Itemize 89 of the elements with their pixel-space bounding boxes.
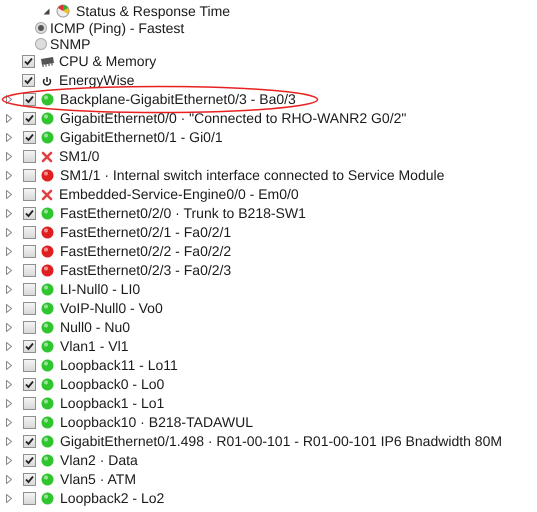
- expand-triangle-icon[interactable]: [6, 114, 12, 123]
- expand-triangle-icon[interactable]: [6, 342, 12, 351]
- option-label: SNMP: [50, 36, 90, 54]
- interface-label: FastEthernet0/2/3 - Fa0/2/3: [60, 261, 232, 280]
- expand-triangle-icon[interactable]: [6, 361, 12, 370]
- interface-label: LI-Null0 - LI0: [60, 280, 140, 299]
- checkmark-icon: [24, 57, 33, 66]
- interface-label: Vlan1 - Vl1: [60, 337, 128, 356]
- expand-triangle-icon[interactable]: [6, 95, 12, 104]
- interface-label: SM1/0: [59, 147, 100, 166]
- expand-triangle-icon[interactable]: [6, 152, 12, 161]
- expand-triangle-icon[interactable]: [6, 304, 12, 313]
- checkbox[interactable]: [23, 150, 36, 163]
- interface-label: Backplane-GigabitEthernet0/3 - Ba0/3: [60, 90, 296, 109]
- checkmark-icon: [25, 475, 34, 484]
- checkbox[interactable]: [23, 302, 36, 315]
- collapse-triangle-icon[interactable]: [43, 8, 50, 14]
- checkbox[interactable]: [23, 226, 36, 239]
- interface-label: GigabitEthernet0/0 · "Connected to RHO-WANR2 G0/2": [60, 109, 406, 128]
- gauge-icon: [56, 4, 70, 18]
- expand-triangle-icon[interactable]: [6, 475, 12, 484]
- interface-label: VoIP-Null0 - Vo0: [60, 299, 163, 318]
- interface-label: FastEthernet0/2/2 - Fa0/2/2: [60, 242, 232, 261]
- checkbox[interactable]: [22, 55, 35, 68]
- checkbox[interactable]: [23, 435, 36, 448]
- checkbox[interactable]: [23, 359, 36, 372]
- checkmark-icon: [25, 342, 34, 351]
- checkbox[interactable]: [23, 283, 36, 296]
- expand-triangle-icon[interactable]: [6, 380, 12, 389]
- checkbox[interactable]: [23, 473, 36, 486]
- expand-triangle-icon[interactable]: [6, 494, 12, 503]
- expand-triangle-icon[interactable]: [6, 285, 12, 294]
- interface-label: Null0 - Nu0: [60, 318, 130, 337]
- expand-triangle-icon[interactable]: [6, 456, 12, 465]
- checkmark-icon: [25, 209, 34, 218]
- item-label: CPU & Memory: [59, 52, 156, 71]
- checkbox[interactable]: [23, 397, 36, 410]
- expand-triangle-icon[interactable]: [6, 190, 12, 199]
- radio-button[interactable]: [35, 22, 47, 34]
- checkbox[interactable]: [23, 492, 36, 505]
- checkbox[interactable]: [23, 340, 36, 353]
- expand-triangle-icon[interactable]: [6, 228, 12, 237]
- item-label: EnergyWise: [59, 71, 134, 90]
- interface-label: Loopback10 · B218-TADAWUL: [60, 413, 253, 432]
- option-label: ICMP (Ping) - Fastest: [50, 19, 184, 38]
- checkbox[interactable]: [23, 207, 36, 220]
- interface-label: SM1/1 · Internal switch interface connected to Service Module: [60, 166, 444, 185]
- checkbox[interactable]: [23, 264, 36, 277]
- interface-label: FastEthernet0/2/1 - Fa0/2/1: [60, 223, 232, 242]
- interface-label: Loopback2 - Lo2: [60, 489, 164, 508]
- checkbox[interactable]: [23, 416, 36, 429]
- interface-label: Vlan2 · Data: [60, 451, 138, 470]
- interface-label: GigabitEthernet0/1.498 · R01-00-101 - R01-00-101 IP6 Bnadwidth 80M: [60, 432, 502, 451]
- checkbox[interactable]: [22, 74, 35, 87]
- checkbox[interactable]: [23, 112, 36, 125]
- checkmark-icon: [25, 380, 34, 389]
- checkbox[interactable]: [23, 454, 36, 467]
- expand-triangle-icon[interactable]: [6, 323, 12, 332]
- interface-label: FastEthernet0/2/0 · Trunk to B218-SW1: [60, 204, 306, 223]
- expand-triangle-icon[interactable]: [6, 133, 12, 142]
- checkbox[interactable]: [23, 321, 36, 334]
- checkbox[interactable]: [23, 93, 36, 106]
- interface-label: Vlan5 · ATM: [60, 470, 136, 489]
- interface-label: Loopback1 - Lo1: [60, 394, 164, 413]
- expand-triangle-icon[interactable]: [6, 171, 12, 180]
- checkmark-icon: [24, 76, 33, 85]
- checkmark-icon: [25, 437, 34, 446]
- checkmark-icon: [25, 114, 34, 123]
- checkbox[interactable]: [23, 378, 36, 391]
- interface-label: GigabitEthernet0/1 - Gi0/1: [60, 128, 223, 147]
- expand-triangle-icon[interactable]: [6, 418, 12, 427]
- checkbox[interactable]: [23, 245, 36, 258]
- interface-label: Embedded-Service-Engine0/0 - Em0/0: [59, 185, 299, 204]
- checkbox[interactable]: [23, 169, 36, 182]
- checkmark-icon: [25, 95, 34, 104]
- expand-triangle-icon[interactable]: [6, 399, 12, 408]
- expand-triangle-icon[interactable]: [6, 437, 12, 446]
- chip-icon: [39, 56, 55, 68]
- interface-label: Loopback11 - Lo11: [60, 356, 178, 375]
- checkmark-icon: [25, 456, 34, 465]
- section-title: Status & Response Time: [76, 2, 230, 21]
- expand-triangle-icon[interactable]: [6, 209, 12, 218]
- expand-triangle-icon[interactable]: [6, 247, 12, 256]
- expand-triangle-icon[interactable]: [6, 266, 12, 275]
- checkbox[interactable]: [23, 188, 36, 201]
- radio-button[interactable]: [35, 38, 47, 50]
- checkbox[interactable]: [23, 131, 36, 144]
- checkmark-icon: [25, 133, 34, 142]
- interface-label: Loopback0 - Lo0: [60, 375, 164, 394]
